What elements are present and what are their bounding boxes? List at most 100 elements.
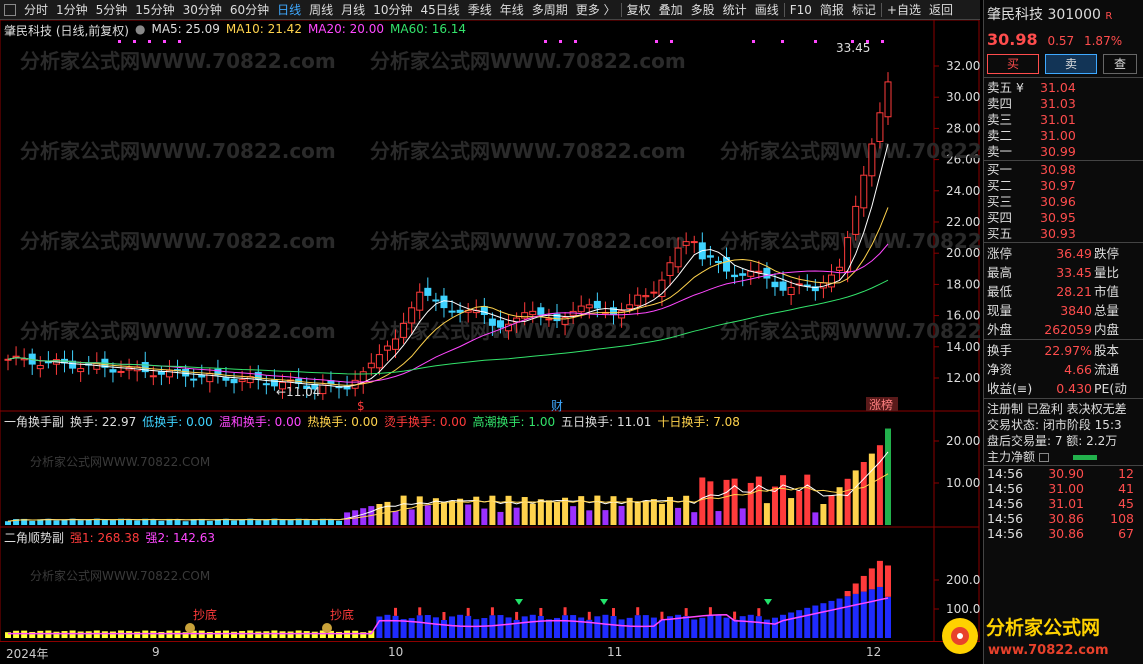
tick-time: 14:56: [987, 481, 1024, 496]
stat-value: 262059: [1044, 322, 1092, 337]
toolbar-item[interactable]: 15分钟: [131, 0, 178, 20]
date-axis: 2024年 9 10 11 12: [0, 641, 980, 664]
tick-row: 14:56 31.01 45: [984, 496, 1143, 511]
strength-bar: [529, 614, 536, 638]
toolbar-item[interactable]: 30分钟: [179, 0, 226, 20]
toolbar-item[interactable]: 5分钟: [92, 0, 132, 20]
turnover-bar: [481, 508, 488, 525]
turnover-bar: [457, 498, 464, 525]
turnover-bar: [618, 505, 625, 525]
chart-area[interactable]: 32.00 30.00 28.00 26.00 24.00 22.00 20.00 18.00…: [0, 20, 980, 644]
turnover-bar: [255, 520, 262, 525]
candle-body: [77, 368, 85, 373]
candle-body: [367, 362, 375, 369]
candle-body: [496, 320, 504, 328]
toolbar-item[interactable]: 分时: [20, 0, 52, 20]
candle-body: [222, 377, 230, 381]
toolbar-item[interactable]: +自选: [883, 0, 925, 20]
turnover-bar: [400, 495, 407, 525]
kline-chart-svg[interactable]: 32.0030.0028.0026.0024.0022.0020.0018.00…: [0, 20, 980, 644]
panel-toggle-icon[interactable]: [4, 3, 16, 16]
toolbar-item[interactable]: 画线: [751, 0, 783, 20]
strength-bar: [852, 593, 859, 638]
turnover-bar: [868, 453, 875, 525]
sell-button[interactable]: 卖: [1045, 54, 1097, 74]
watermark-text: 分析家公式网WWW.70822.com: [720, 319, 980, 343]
toolbar-item[interactable]: 多周期: [528, 0, 572, 20]
stats2-block: 换手 22.97% 股本 净资 4.66 流通 收益(≡) 0.430 PE(动: [984, 339, 1143, 398]
ask-price: 31.01: [1040, 112, 1076, 127]
turnover-bar: [788, 498, 795, 525]
turnover-bar: [263, 519, 270, 525]
stat-label2: 跌停: [1094, 246, 1120, 261]
tick-price: 31.00: [1048, 481, 1084, 496]
toolbar-item[interactable]: F10: [786, 0, 816, 20]
toolbar-item[interactable]: 45日线: [416, 0, 463, 20]
turnover-bar: [311, 520, 318, 525]
turnover-bar: [101, 519, 108, 525]
sub1-name: 一角换手副: [4, 415, 65, 429]
toolbar-separator: [880, 2, 882, 17]
tick-list: 14:56 30.90 12 14:56 31.00 41 14:56 31.01 45 14:5…: [984, 465, 1143, 541]
candle-body: [739, 273, 747, 276]
toolbar-item[interactable]: 叠加: [655, 0, 687, 20]
marker-s: $: [357, 399, 365, 413]
toolbar-item[interactable]: 60分钟: [226, 0, 273, 20]
bid-label: 买四: [987, 210, 1013, 225]
toolbar-item[interactable]: 周线: [305, 0, 337, 20]
ask-row: 卖五 ¥ 31.04: [984, 80, 1143, 96]
bid-row: 买二 30.97: [984, 178, 1143, 194]
strength-bar: [828, 600, 835, 638]
signal-dot: [544, 40, 547, 43]
turnover-bar: [537, 499, 544, 525]
strength-bar: [683, 616, 690, 638]
toolbar-item[interactable]: 更多 〉: [572, 0, 620, 20]
toolbar-item[interactable]: 日线: [273, 0, 305, 20]
ask-label: 卖二: [987, 128, 1013, 143]
turnover-bar: [763, 503, 770, 525]
bid-price: 30.93: [1040, 226, 1076, 241]
turnover-bar: [77, 520, 84, 525]
stat2-row: 收益(≡) 0.430 PE(动: [984, 379, 1143, 398]
buy-button[interactable]: 买: [987, 54, 1039, 74]
toolbar-item[interactable]: 复权: [623, 0, 655, 20]
toolbar-item[interactable]: 标记: [848, 0, 880, 20]
toolbar-item[interactable]: 年线: [496, 0, 528, 20]
turnover-bar: [747, 482, 754, 525]
quote-panel: 肇民科技 301000 R 30.98 0.57 1.87% 买 卖 查 卖五 …: [983, 0, 1143, 664]
trade-buttons: 买 卖 查: [984, 49, 1143, 77]
toolbar-item[interactable]: 统计: [719, 0, 751, 20]
watermark-text: 分析家公式网WWW.70822.com: [720, 139, 980, 163]
toolbar-item[interactable]: 简报: [816, 0, 848, 20]
signal-dot: [118, 40, 121, 43]
toolbar-item[interactable]: 月线: [337, 0, 369, 20]
toolbar-item[interactable]: 多股: [687, 0, 719, 20]
signal-dot: [881, 40, 884, 43]
candle-body: [674, 247, 682, 268]
turnover-bar: [279, 519, 286, 525]
candle-body: [206, 372, 214, 383]
strength-bar: [61, 631, 68, 638]
tick-price: 30.90: [1048, 466, 1084, 481]
view-button[interactable]: 查: [1103, 54, 1137, 74]
signal-dot: [574, 40, 577, 43]
strength-bar: [691, 619, 698, 638]
watermark-text: 分析家公式网WWW.70822.com: [370, 139, 686, 163]
strength-bar: [85, 631, 92, 638]
turnover-bar: [675, 507, 682, 525]
turnover-bar: [182, 521, 189, 525]
ask-label: 卖三: [987, 112, 1013, 127]
toolbar-item[interactable]: 返回: [925, 0, 957, 20]
strength-bar: [134, 631, 141, 638]
stat2-label2: PE(动: [1094, 381, 1127, 396]
candle-body: [117, 370, 125, 373]
toolbar-item[interactable]: 1分钟: [52, 0, 92, 20]
quote-change: 0.57: [1047, 34, 1075, 48]
toolbar-item[interactable]: 10分钟: [369, 0, 416, 20]
strength-bar: [731, 619, 738, 638]
bid-book: 买一 30.98 买二 30.97 买三 30.96 买四 30.95 买五 30.93: [984, 160, 1143, 242]
watermark-text: 分析家公式网WWW.70822.com: [370, 49, 686, 73]
toolbar-item[interactable]: 季线: [464, 0, 496, 20]
strength-bar: [311, 631, 318, 638]
strength-bar: [699, 617, 706, 638]
